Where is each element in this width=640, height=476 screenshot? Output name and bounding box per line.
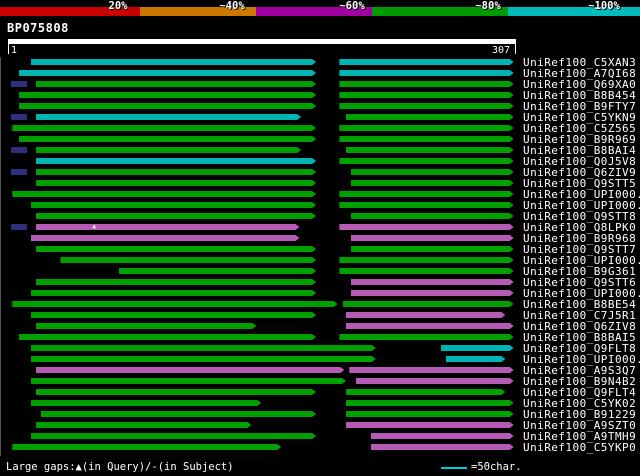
hit-segment[interactable]: [346, 400, 514, 406]
hit-segment[interactable]: [339, 224, 513, 230]
hit-segment[interactable]: [36, 246, 317, 252]
hit-segment[interactable]: [36, 180, 317, 186]
hit-segment[interactable]: [36, 213, 317, 219]
hit-segment[interactable]: [339, 202, 513, 208]
hit-segment[interactable]: [36, 158, 317, 164]
hit-segment[interactable]: [31, 235, 300, 241]
hit-segment[interactable]: [346, 312, 505, 318]
hit-segment[interactable]: [31, 400, 262, 406]
hit-segment[interactable]: [346, 114, 514, 120]
hit-segment[interactable]: [351, 180, 514, 186]
hit-segment[interactable]: [346, 323, 514, 329]
scale-label: ~100%: [588, 0, 620, 12]
hit-segment[interactable]: [31, 378, 346, 384]
scale-label: ~60%: [339, 0, 365, 12]
hit-segment[interactable]: [60, 257, 316, 263]
hit-subject-label[interactable]: UniRef100_C5YKP0: [523, 442, 636, 453]
hit-segment[interactable]: [339, 125, 513, 131]
hit-segment[interactable]: [351, 279, 514, 285]
hit-segment[interactable]: [351, 169, 514, 175]
hit-segment[interactable]: [10, 81, 28, 87]
hit-segment[interactable]: [36, 224, 300, 230]
hit-segment[interactable]: [41, 411, 317, 417]
scale-label: ~80%: [475, 0, 501, 12]
hit-segment[interactable]: [31, 345, 376, 351]
hit-segment[interactable]: [36, 422, 252, 428]
hit-segment[interactable]: [339, 158, 513, 164]
hit-segment[interactable]: [343, 301, 514, 307]
hit-segment[interactable]: [31, 59, 317, 65]
query-start-tick: [8, 44, 9, 54]
hit-segment[interactable]: [339, 70, 513, 76]
hit-segment[interactable]: [346, 389, 505, 395]
query-title: BP075808: [7, 21, 69, 35]
hit-segment[interactable]: [31, 433, 317, 439]
hit-segment[interactable]: [31, 312, 317, 318]
hit-segment[interactable]: [339, 136, 513, 142]
hit-segment[interactable]: [441, 345, 514, 351]
hit-segment[interactable]: [351, 290, 514, 296]
hit-segment[interactable]: [19, 92, 316, 98]
hit-segment[interactable]: [19, 103, 316, 109]
hit-segment[interactable]: [371, 444, 514, 450]
hit-segment[interactable]: [339, 81, 513, 87]
hit-segment[interactable]: [19, 136, 316, 142]
hit-segment[interactable]: [446, 356, 506, 362]
query-bar: [8, 39, 516, 44]
hit-segment[interactable]: [36, 323, 257, 329]
hit-segment[interactable]: [19, 70, 316, 76]
identity-scale-labels: 20% ~40% ~60% ~80% ~100%: [0, 0, 640, 12]
hit-segment[interactable]: [351, 235, 514, 241]
hit-segment[interactable]: [339, 92, 513, 98]
hit-segment[interactable]: [119, 268, 317, 274]
scale-label: 20%: [108, 0, 128, 12]
hit-segment[interactable]: [10, 114, 28, 120]
hit-segment[interactable]: [351, 246, 514, 252]
hit-segment[interactable]: [31, 356, 376, 362]
scale-legend-line: [441, 467, 467, 469]
hit-segment[interactable]: [31, 202, 317, 208]
hit-segment[interactable]: [10, 147, 28, 153]
hit-segment[interactable]: [339, 268, 513, 274]
hit-segment[interactable]: [36, 81, 317, 87]
hit-segment[interactable]: [349, 367, 513, 373]
hit-segment[interactable]: [356, 378, 514, 384]
hit-segment[interactable]: [10, 169, 28, 175]
hit-segment[interactable]: [19, 334, 316, 340]
hit-segment[interactable]: [12, 301, 337, 307]
hit-segment[interactable]: [339, 257, 513, 263]
query-start-label: 1: [11, 45, 18, 56]
hit-segment[interactable]: [12, 125, 316, 131]
alignment-plot: UniRef100_C5XAN3 UniRef100_A7QI68 UniRef10…: [0, 57, 640, 456]
hit-segment[interactable]: [346, 411, 514, 417]
scale-label: ~40%: [219, 0, 245, 12]
gaps-legend-text: Large gaps:▲(in Query)/-(in Subject): [6, 461, 234, 473]
hit-segment[interactable]: [339, 103, 513, 109]
hit-segment[interactable]: [36, 147, 302, 153]
query-end-label: 307: [492, 45, 511, 56]
hit-segment[interactable]: [31, 290, 317, 296]
hit-segment[interactable]: [36, 367, 345, 373]
hit-segment[interactable]: [10, 224, 28, 230]
hit-segment[interactable]: [346, 147, 514, 153]
hit-segment[interactable]: [12, 444, 281, 450]
query-end-tick: [515, 44, 516, 54]
scale-legend-label: =50char.: [471, 461, 522, 473]
hit-segment[interactable]: [339, 191, 513, 197]
hit-segment[interactable]: [339, 59, 513, 65]
hit-segment[interactable]: [36, 114, 302, 120]
hit-segment[interactable]: [36, 169, 317, 175]
hit-segment[interactable]: [339, 334, 513, 340]
hit-segment[interactable]: [346, 422, 514, 428]
hit-segment[interactable]: [36, 279, 317, 285]
hit-segment[interactable]: [371, 433, 514, 439]
query-gap-marker-icon: ▲: [92, 223, 96, 230]
hit-segment[interactable]: [36, 389, 317, 395]
hit-segment[interactable]: [351, 213, 514, 219]
hit-segment[interactable]: [12, 191, 316, 197]
